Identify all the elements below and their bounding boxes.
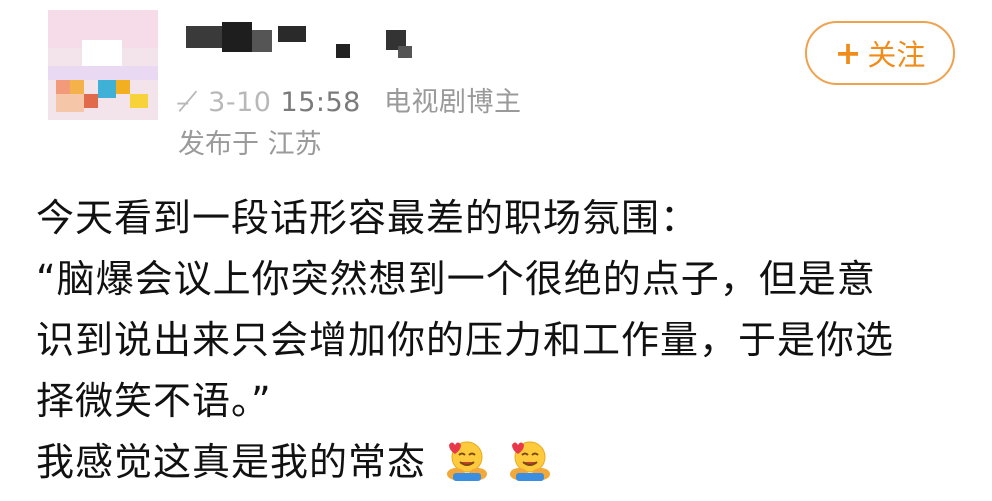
- follow-button[interactable]: + 关注: [805, 21, 955, 85]
- avatar-pixel: [70, 80, 84, 94]
- content-line: 我感觉这真是我的常态: [36, 440, 427, 484]
- hugging-face-icon: [447, 441, 488, 481]
- avatar-pixel: [98, 80, 116, 98]
- username-obscured[interactable]: [186, 22, 426, 58]
- avatar[interactable]: [48, 10, 158, 120]
- follow-label: 关注: [867, 38, 926, 72]
- avatar-pixel: [82, 40, 122, 66]
- avatar-pixel: [130, 94, 148, 108]
- post-date: – ̸ 3-10: [176, 87, 272, 118]
- author-tag: 电视剧博主: [383, 87, 522, 118]
- content-line: 今天看到一段话形容最差的职场氛围：: [36, 196, 700, 240]
- post-time: 15:58: [280, 87, 361, 118]
- content-line: 识到说出来只会增加你的压力和工作量，于是你选: [36, 318, 895, 362]
- hugging-face-icon: [510, 441, 551, 481]
- avatar-pixel: [116, 80, 130, 94]
- post-location: 发布于 江苏: [178, 129, 322, 160]
- content-line: 择微笑不语。”: [36, 379, 272, 423]
- post-meta: – ̸ 3-10 15:58 电视剧博主: [176, 80, 521, 119]
- content-line-last: 我感觉这真是我的常态: [36, 432, 966, 493]
- avatar-pixel: [84, 94, 98, 108]
- avatar-pixel: [56, 80, 70, 94]
- plus-icon: +: [834, 34, 862, 72]
- avatar-pixel: [48, 66, 158, 80]
- post-content: 今天看到一段话形容最差的职场氛围： “脑爆会议上你突然想到一个很绝的点子，但是意…: [36, 188, 966, 493]
- avatar-pixel: [56, 94, 84, 112]
- content-line: “脑爆会议上你突然想到一个很绝的点子，但是意: [36, 257, 876, 301]
